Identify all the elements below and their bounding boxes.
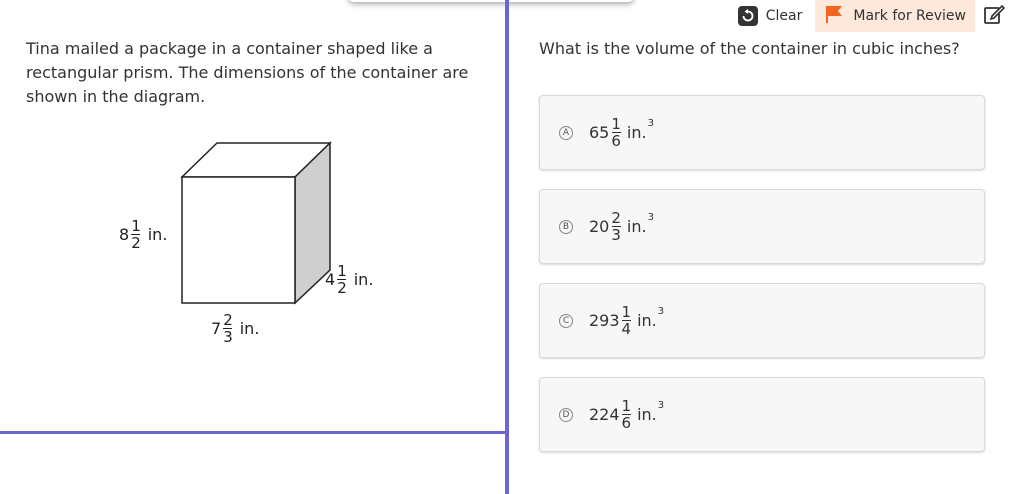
answer-choice-a[interactable]: A 65 16 in.3 [539, 95, 985, 170]
edit-icon [983, 3, 1006, 29]
answer-choice-c[interactable]: C 293 14 in.3 [539, 283, 985, 358]
prism-diagram: 8 12 in. 7 23 in. 4 12 in. [100, 130, 400, 360]
undo-icon [737, 6, 758, 26]
flag-icon [825, 5, 843, 27]
choice-letter: B [559, 219, 573, 234]
pane-bottom-rule [0, 431, 505, 434]
answer-choice-d[interactable]: D 224 16 in.3 [539, 377, 985, 452]
length-label: 7 23 in. [211, 311, 260, 346]
answer-choice-b[interactable]: B 20 23 in.3 [539, 189, 985, 264]
choice-answer: 20 23 in.3 [589, 209, 654, 244]
height-fraction: 12 [131, 217, 141, 252]
choice-answer: 65 16 in.3 [589, 115, 654, 150]
choice-letter: C [559, 313, 573, 328]
question-text: What is the volume of the container in c… [539, 39, 960, 58]
height-label: 8 12 in. [119, 217, 168, 252]
item-toolbar: Clear Mark for Review [737, 0, 1013, 32]
choice-answer: 224 16 in.3 [589, 397, 665, 432]
choice-letter: A [559, 125, 573, 140]
mark-for-review-button[interactable]: Mark for Review [815, 0, 975, 32]
stimulus-pane: Tina mailed a package in a container sha… [0, 0, 505, 434]
choice-letter: D [559, 407, 573, 422]
prism-front-face [181, 176, 296, 304]
annotate-button[interactable] [975, 0, 1013, 32]
width-fraction: 12 [337, 262, 347, 297]
choice-answer: 293 14 in.3 [589, 303, 665, 338]
clear-button[interactable]: Clear [737, 0, 812, 32]
stimulus-text: Tina mailed a package in a container sha… [26, 39, 469, 106]
length-fraction: 23 [223, 311, 233, 346]
width-label: 4 12 in. [325, 262, 374, 297]
pane-divider[interactable] [505, 0, 509, 494]
